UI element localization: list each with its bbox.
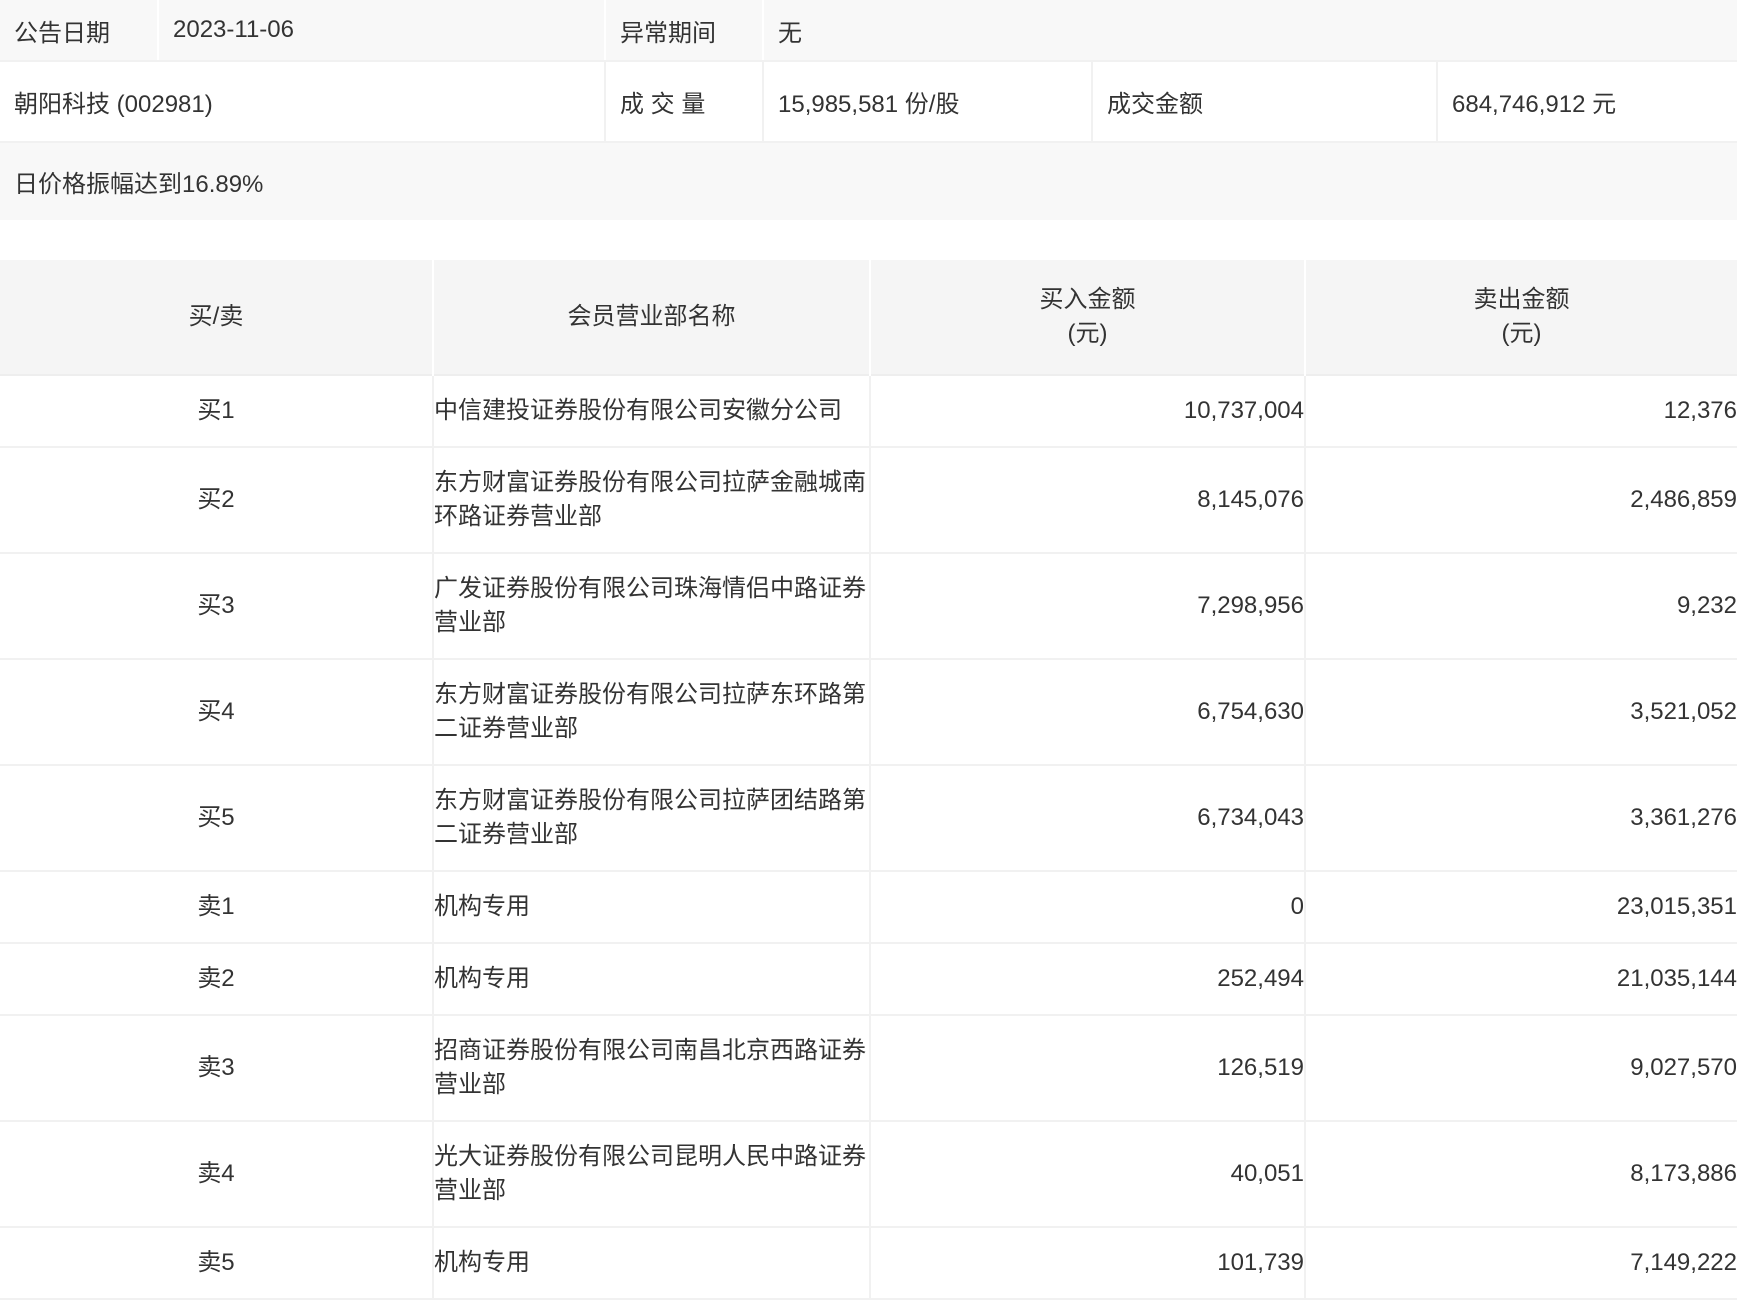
broker-name-cell: 招商证券股份有限公司南昌北京西路证券营业部 — [432, 1015, 870, 1121]
table-row: 买4 东方财富证券股份有限公司拉萨东环路第二证券营业部 6,754,630 3,… — [0, 659, 1737, 765]
table-row: 卖3 招商证券股份有限公司南昌北京西路证券营业部 126,519 9,027,5… — [0, 1015, 1737, 1121]
header-buy-amount: 买入金额 (元) — [869, 260, 1305, 375]
sell-amount-cell: 3,521,052 — [1304, 659, 1737, 765]
broker-name-cell: 机构专用 — [432, 871, 870, 943]
side-cell: 买1 — [197, 397, 235, 424]
announce-date-label: 公告日期 — [14, 19, 110, 47]
table-body: 买1 中信建投证券股份有限公司安徽分公司 10,737,004 12,376 买… — [0, 375, 1737, 1299]
table-header-row: 买/卖 会员营业部名称 买入金额 (元) 卖出金额 (元) — [0, 260, 1737, 375]
table-row: 卖4 光大证券股份有限公司昆明人民中路证券营业部 40,051 8,173,88… — [0, 1121, 1737, 1227]
stock-name: 朝阳科技 (002981) — [14, 91, 213, 118]
side-cell: 买2 — [197, 486, 235, 513]
turnover-value: 684,746,912 元 — [1436, 62, 1737, 141]
price-amplitude-note: 日价格振幅达到16.89% — [14, 171, 264, 198]
side-cell: 卖2 — [197, 965, 235, 992]
buy-amount-cell: 6,754,630 — [869, 659, 1305, 765]
buy-amount-cell: 0 — [869, 871, 1305, 943]
volume-label: 成 交 量 — [604, 62, 762, 141]
buy-amount-cell: 126,519 — [869, 1015, 1305, 1121]
summary-row-reason: 日价格振幅达到16.89% — [0, 143, 1737, 220]
side-cell: 卖4 — [197, 1160, 235, 1187]
sell-amount-cell: 3,361,276 — [1304, 765, 1737, 871]
announce-date-value: 2023-11-06 — [157, 0, 604, 60]
abnormal-period-value: 无 — [762, 0, 1737, 60]
volume-value: 15,985,581 份/股 — [762, 62, 1091, 141]
sell-amount-cell: 9,232 — [1304, 553, 1737, 659]
table-row: 买2 东方财富证券股份有限公司拉萨金融城南环路证券营业部 8,145,076 2… — [0, 447, 1737, 553]
summary-row-stock: 朝阳科技 (002981) 成 交 量 15,985,581 份/股 成交金额 … — [0, 62, 1737, 143]
buy-amount-cell: 10,737,004 — [869, 375, 1305, 447]
table-row: 买1 中信建投证券股份有限公司安徽分公司 10,737,004 12,376 — [0, 375, 1737, 447]
table-row: 卖1 机构专用 0 23,015,351 — [0, 871, 1737, 943]
broker-name-cell: 东方财富证券股份有限公司拉萨金融城南环路证券营业部 — [432, 447, 870, 553]
trade-disclosure-page: 公告日期 2023-11-06 异常期间 无 朝阳科技 (002981) 成 交… — [0, 0, 1737, 1300]
side-cell: 卖3 — [197, 1054, 235, 1081]
section-spacer — [0, 220, 1737, 260]
header-side: 买/卖 — [0, 260, 433, 375]
sell-amount-cell: 8,173,886 — [1304, 1121, 1737, 1227]
sell-amount-cell: 12,376 — [1304, 375, 1737, 447]
table-row: 买5 东方财富证券股份有限公司拉萨团结路第二证券营业部 6,734,043 3,… — [0, 765, 1737, 871]
broker-name-cell: 光大证券股份有限公司昆明人民中路证券营业部 — [432, 1121, 870, 1227]
side-cell: 买3 — [197, 592, 235, 619]
table-header: 买/卖 会员营业部名称 买入金额 (元) 卖出金额 (元) — [0, 260, 1737, 375]
side-cell: 买4 — [197, 698, 235, 725]
side-cell: 卖1 — [197, 893, 235, 920]
buy-amount-cell: 6,734,043 — [869, 765, 1305, 871]
header-sell-amount: 卖出金额 (元) — [1304, 260, 1737, 375]
broker-seats-table: 买/卖 会员营业部名称 买入金额 (元) 卖出金额 (元) 买1 中信建投证券股… — [0, 260, 1737, 1300]
sell-amount-cell: 23,015,351 — [1304, 871, 1737, 943]
broker-name-cell: 机构专用 — [432, 943, 870, 1015]
sell-amount-cell: 9,027,570 — [1304, 1015, 1737, 1121]
broker-name-cell: 广发证券股份有限公司珠海情侣中路证券营业部 — [432, 553, 870, 659]
buy-amount-cell: 7,298,956 — [869, 553, 1305, 659]
turnover-label: 成交金额 — [1091, 62, 1436, 141]
sell-amount-cell: 2,486,859 — [1304, 447, 1737, 553]
header-buy-amount-unit: (元) — [1067, 320, 1108, 347]
buy-amount-cell: 252,494 — [869, 943, 1305, 1015]
header-broker-name-label: 会员营业部名称 — [567, 303, 736, 330]
broker-name-cell: 东方财富证券股份有限公司拉萨东环路第二证券营业部 — [432, 659, 870, 765]
sell-amount-cell: 7,149,222 — [1304, 1227, 1737, 1299]
header-side-label: 买/卖 — [188, 303, 244, 330]
side-cell: 买5 — [197, 804, 235, 831]
summary-row-announce: 公告日期 2023-11-06 异常期间 无 — [0, 0, 1737, 62]
side-cell: 卖5 — [197, 1249, 235, 1276]
table-row: 卖2 机构专用 252,494 21,035,144 — [0, 943, 1737, 1015]
summary-section: 公告日期 2023-11-06 异常期间 无 朝阳科技 (002981) 成 交… — [0, 0, 1737, 220]
broker-name-cell: 东方财富证券股份有限公司拉萨团结路第二证券营业部 — [432, 765, 870, 871]
buy-amount-cell: 40,051 — [869, 1121, 1305, 1227]
header-buy-amount-label: 买入金额 — [1039, 286, 1136, 313]
broker-name-cell: 中信建投证券股份有限公司安徽分公司 — [432, 375, 870, 447]
header-broker-name: 会员营业部名称 — [432, 260, 870, 375]
buy-amount-cell: 8,145,076 — [869, 447, 1305, 553]
table-row: 卖5 机构专用 101,739 7,149,222 — [0, 1227, 1737, 1299]
header-sell-amount-label: 卖出金额 — [1473, 286, 1570, 313]
broker-name-cell: 机构专用 — [432, 1227, 870, 1299]
buy-amount-cell: 101,739 — [869, 1227, 1305, 1299]
table-row: 买3 广发证券股份有限公司珠海情侣中路证券营业部 7,298,956 9,232 — [0, 553, 1737, 659]
abnormal-period-label: 异常期间 — [604, 0, 762, 60]
sell-amount-cell: 21,035,144 — [1304, 943, 1737, 1015]
header-sell-amount-unit: (元) — [1501, 320, 1542, 347]
